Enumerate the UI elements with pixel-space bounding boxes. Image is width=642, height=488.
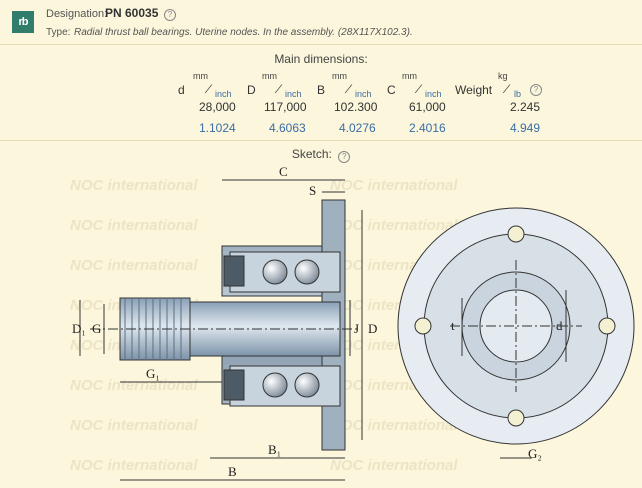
bearing-sketch: NOC international NOC international NOC … [70, 164, 635, 481]
watermark-text: NOC international [70, 257, 198, 274]
watermark-text: NOC international [330, 177, 458, 194]
watermark-text: NOC international [70, 417, 198, 434]
label-S: S [309, 183, 316, 198]
label-G2: G₂ [528, 446, 542, 461]
watermark-text: NOC international [70, 457, 198, 474]
watermark-text: NOC international [70, 177, 198, 194]
watermark-text: NOC international [70, 377, 198, 394]
watermark-text: NOC international [330, 457, 458, 474]
label-G: G [92, 321, 101, 336]
label-D: D [368, 321, 377, 336]
front-view [397, 207, 635, 445]
label-D1: D₁ [72, 321, 86, 336]
watermark-text: NOC international [330, 217, 458, 234]
label-d: d [556, 318, 563, 333]
label-B: B [228, 464, 237, 479]
watermark-text: NOC international [70, 217, 198, 234]
label-B1: B₁ [268, 442, 281, 457]
label-J: J [354, 321, 359, 336]
watermark-text: NOC international [330, 417, 458, 434]
side-view [90, 199, 360, 451]
label-G1: G₁ [146, 366, 160, 381]
label-t: t [451, 318, 455, 333]
label-C: C [279, 164, 288, 179]
